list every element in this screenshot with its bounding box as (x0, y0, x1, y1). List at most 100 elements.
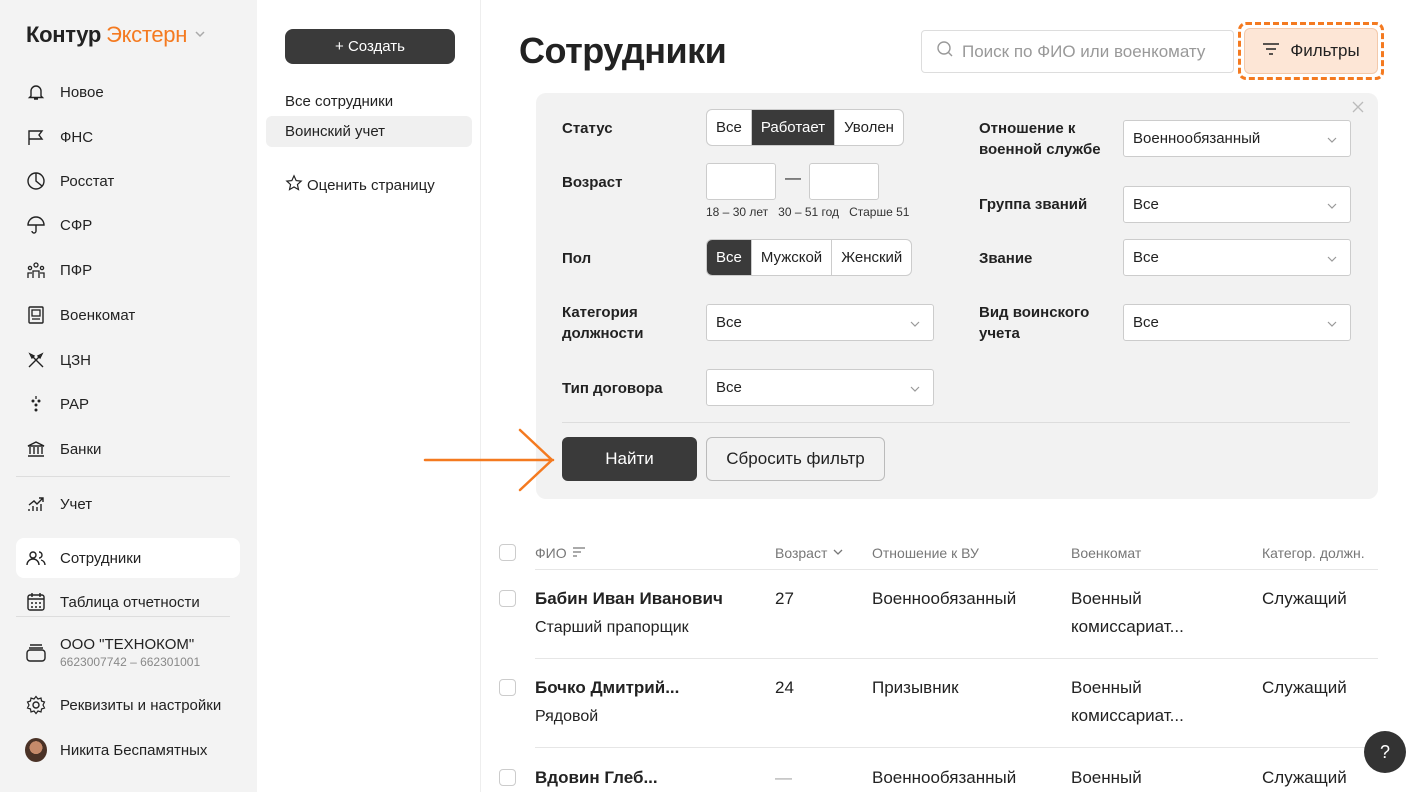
age-to-input[interactable] (809, 163, 879, 200)
contract-select[interactable]: Все (706, 369, 934, 406)
sidebar-item-label: Новое (60, 83, 104, 101)
org-ids: 6623007742 – 662301001 (60, 654, 201, 669)
employee-office: Военный (1071, 678, 1142, 697)
record-type-select[interactable]: Все (1123, 304, 1351, 341)
panel-divider (562, 422, 1350, 423)
pie-chart-icon (25, 170, 47, 192)
sidebar-item-label: Банки (60, 440, 102, 458)
sidebar-org[interactable]: ООО "ТЕХНОКОМ" 6623007742 – 662301001 (16, 629, 240, 675)
sidebar-divider (16, 476, 230, 477)
chevron-down-icon[interactable] (194, 28, 206, 43)
sidebar-item-banks[interactable]: Банки (16, 429, 240, 469)
brand-name-part1: Контур (26, 22, 102, 47)
category-select[interactable]: Все (706, 304, 934, 341)
close-icon[interactable] (1352, 100, 1364, 118)
row-divider (535, 747, 1378, 748)
age-preset-51-plus[interactable]: Старше 51 (849, 205, 909, 219)
status-option-working[interactable]: Работает (751, 110, 836, 145)
employee-office: Военный (1071, 589, 1142, 608)
rank-group-select[interactable]: Все (1123, 186, 1351, 223)
status-option-fired[interactable]: Уволен (835, 110, 903, 145)
create-button[interactable]: + Создать (285, 29, 455, 64)
employee-age: 24 (775, 678, 794, 697)
table-header-divider (535, 569, 1378, 570)
contract-label: Тип договора (562, 380, 663, 397)
filters-button[interactable]: Фильтры (1244, 28, 1378, 74)
sidebar-item-rosstat[interactable]: Росстат (16, 161, 240, 201)
age-dash: — (785, 170, 801, 187)
tools-icon (25, 349, 47, 371)
employee-relation: Призывник (872, 678, 959, 697)
employee-age: — (775, 768, 792, 787)
select-all-checkbox[interactable] (499, 544, 516, 561)
app-logo[interactable]: Контур Экстерн (26, 22, 206, 48)
sex-option-female[interactable]: Женский (832, 240, 911, 275)
sidebar-item-label: Учет (60, 495, 93, 513)
row-checkbox[interactable] (499, 679, 516, 696)
sidebar-item-uchet[interactable]: Учет (16, 484, 240, 524)
people-icon (25, 259, 47, 281)
page-title: Сотрудники (519, 30, 727, 71)
rank-group-label: Группа званий (979, 196, 1088, 213)
bank-icon (25, 438, 47, 460)
chevron-down-icon (1326, 199, 1338, 211)
age-label: Возраст (562, 174, 623, 191)
chevron-down-icon (909, 317, 921, 329)
status-option-all[interactable]: Все (707, 110, 752, 145)
rate-page-link[interactable]: Оценить страницу (285, 174, 435, 196)
employee-office: Военный (1071, 768, 1142, 787)
chevron-down-icon (1326, 252, 1338, 264)
employee-name[interactable]: Бочко Дмитрий... (535, 678, 679, 698)
column-header-category[interactable]: Категор. должн. (1262, 545, 1365, 561)
grapes-icon (25, 393, 47, 415)
search-box[interactable] (921, 30, 1234, 73)
employee-rank: Рядовой (535, 708, 599, 725)
column-header-name[interactable]: ФИО (535, 545, 586, 561)
column-header-age[interactable]: Возраст (775, 545, 844, 561)
row-checkbox[interactable] (499, 769, 516, 786)
org-name: ООО "ТЕХНОКОМ" (60, 635, 195, 653)
sidebar-item-voenkomat[interactable]: Военкомат (16, 295, 240, 335)
sex-option-all[interactable]: Все (707, 240, 752, 275)
rank-select[interactable]: Все (1123, 239, 1351, 276)
status-segmented: Все Работает Уволен (706, 109, 904, 146)
sidebar-item-new[interactable]: Новое (16, 72, 240, 112)
row-checkbox[interactable] (499, 590, 516, 607)
search-input[interactable] (962, 41, 1232, 62)
search-icon (936, 40, 954, 63)
sidebar-item-label: Росстат (60, 172, 115, 190)
submenu-all-employees[interactable]: Все сотрудники (266, 86, 472, 117)
employee-category: Служащий (1262, 768, 1347, 787)
sidebar-item-pfr[interactable]: ПФР (16, 250, 240, 290)
age-preset-30-51[interactable]: 30 – 51 год (778, 205, 839, 219)
sidebar-item-settings[interactable]: Реквизиты и настройки (16, 685, 240, 725)
reset-filter-button[interactable]: Сбросить фильтр (706, 437, 885, 481)
age-from-input[interactable] (706, 163, 776, 200)
sidebar-item-czn[interactable]: ЦЗН (16, 340, 240, 380)
sidebar-item-fns[interactable]: ФНС (16, 117, 240, 157)
find-button[interactable]: Найти (562, 437, 697, 481)
help-button[interactable]: ? (1364, 731, 1406, 773)
employee-category: Служащий (1262, 678, 1347, 697)
category-label: Категория должности (562, 304, 644, 342)
employee-name[interactable]: Вдовин Глеб... (535, 768, 658, 788)
sidebar-item-employees[interactable]: Сотрудники (16, 538, 240, 578)
submenu-military-record[interactable]: Воинский учет (266, 116, 472, 147)
employee-relation: Военнообязанный (872, 589, 1017, 608)
service-select[interactable]: Военнообязанный (1123, 120, 1351, 157)
sex-option-male[interactable]: Мужской (752, 240, 833, 275)
employee-name[interactable]: Бабин Иван Иванович (535, 589, 723, 609)
column-header-office[interactable]: Военкомат (1071, 545, 1141, 561)
sidebar-item-rar[interactable]: РАР (16, 384, 240, 424)
sidebar-item-label: ПФР (60, 261, 93, 279)
sidebar-item-label: Военкомат (60, 306, 136, 324)
column-header-relation[interactable]: Отношение к ВУ (872, 545, 979, 561)
employee-category: Служащий (1262, 589, 1347, 608)
sex-label: Пол (562, 250, 592, 267)
age-preset-18-30[interactable]: 18 – 30 лет (706, 205, 768, 219)
flag-icon (25, 126, 47, 148)
employee-age: 27 (775, 589, 794, 608)
sidebar-user[interactable]: Никита Беспамятных (16, 730, 240, 770)
employee-office-cont: комиссариат... (1071, 706, 1184, 725)
sidebar-item-sfr[interactable]: СФР (16, 205, 240, 245)
